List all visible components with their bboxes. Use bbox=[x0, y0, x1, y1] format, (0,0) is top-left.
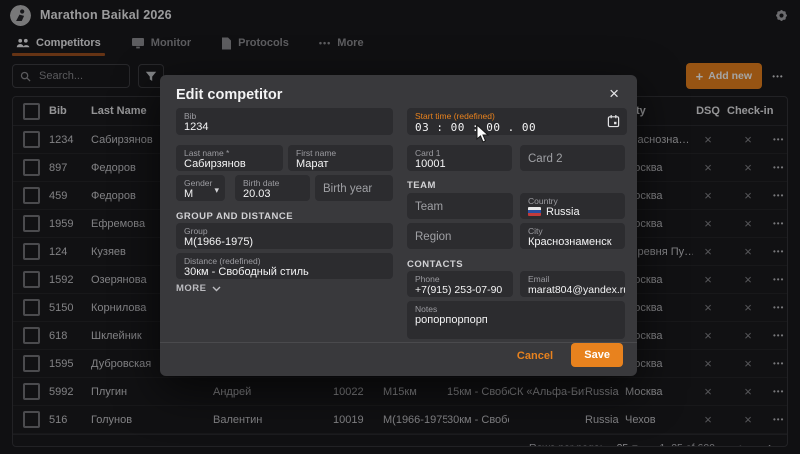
field-label: City bbox=[528, 226, 543, 236]
field-label: Gender bbox=[184, 178, 213, 188]
city-field[interactable]: City Краснознаменск bbox=[520, 223, 625, 249]
country-field[interactable]: Country Russia bbox=[520, 193, 625, 219]
last-name-field[interactable]: Last name * Сабирзянов bbox=[176, 145, 283, 171]
field-value: 10001 bbox=[415, 158, 446, 170]
field-label: Birth date bbox=[243, 178, 280, 188]
section-contacts: CONTACTS bbox=[407, 259, 464, 270]
field-value: M bbox=[184, 188, 194, 200]
region-field[interactable]: Region bbox=[407, 223, 513, 249]
more-toggle[interactable]: MORE bbox=[176, 283, 221, 294]
field-label: Start time (redefined) bbox=[415, 111, 495, 121]
field-label: Bib bbox=[184, 111, 197, 121]
dialog-title: Edit competitor bbox=[176, 87, 283, 103]
field-label: Phone bbox=[415, 274, 440, 284]
field-value: М(1966-1975) bbox=[184, 236, 254, 248]
field-label: First name bbox=[296, 148, 337, 158]
field-label: Notes bbox=[415, 304, 438, 314]
dialog-footer-divider bbox=[160, 342, 637, 343]
field-value: 03 : 00 : 00 . 00 bbox=[415, 121, 537, 134]
field-value: 20.03 bbox=[243, 188, 271, 200]
save-button[interactable]: Save bbox=[571, 343, 623, 367]
bib-field[interactable]: Bib 1234 bbox=[176, 108, 393, 135]
field-label: Email bbox=[528, 274, 550, 284]
russia-flag-icon bbox=[528, 207, 541, 216]
field-label: Last name * bbox=[184, 148, 230, 158]
calendar-icon[interactable] bbox=[607, 114, 620, 133]
card1-field[interactable]: Card 1 10001 bbox=[407, 145, 512, 171]
chevron-down-icon: ▾ bbox=[214, 185, 219, 195]
distance-field[interactable]: Distance (redefined) 30км - Свободный ст… bbox=[176, 253, 393, 279]
notes-field[interactable]: Notes ропорпорпорп bbox=[407, 301, 625, 339]
close-icon[interactable]: × bbox=[605, 83, 623, 104]
field-value: 1234 bbox=[184, 121, 209, 133]
field-label: Country bbox=[528, 196, 558, 206]
gender-select[interactable]: Gender M ▾ bbox=[176, 175, 225, 201]
more-label: MORE bbox=[176, 283, 207, 294]
field-label: Group bbox=[184, 226, 208, 236]
card2-field[interactable]: Card 2 bbox=[520, 145, 625, 171]
field-value: Russia bbox=[546, 206, 580, 218]
field-label: Distance (redefined) bbox=[184, 256, 261, 266]
cancel-button[interactable]: Cancel bbox=[511, 349, 559, 363]
field-value: 30км - Свободный стиль bbox=[184, 266, 309, 278]
app-window: Marathon Baikal 2026 Competitors Monitor bbox=[0, 0, 800, 454]
field-value: +7(915) 253-07-90 bbox=[415, 284, 503, 296]
start-time-field[interactable]: Start time (redefined) 03 : 00 : 00 . 00 bbox=[407, 108, 627, 135]
birth-date-field[interactable]: Birth date 20.03 bbox=[235, 175, 310, 201]
phone-field[interactable]: Phone +7(915) 253-07-90 bbox=[407, 271, 513, 297]
team-field[interactable]: Team bbox=[407, 193, 513, 219]
field-placeholder: Birth year bbox=[323, 182, 373, 195]
section-team: TEAM bbox=[407, 180, 436, 191]
field-value: Краснознаменск bbox=[528, 236, 612, 248]
field-value: marat804@yandex.ru bbox=[528, 284, 625, 296]
field-placeholder: Card 2 bbox=[528, 152, 563, 165]
birth-year-field[interactable]: Birth year bbox=[315, 175, 393, 201]
field-value: Сабирзянов bbox=[184, 158, 246, 170]
email-field[interactable]: Email marat804@yandex.ru bbox=[520, 271, 625, 297]
chevron-down-icon bbox=[212, 286, 220, 291]
field-label: Card 1 bbox=[415, 148, 441, 158]
edit-competitor-dialog: Edit competitor × Bib 1234 Start time (r… bbox=[160, 75, 637, 376]
field-placeholder: Team bbox=[415, 200, 444, 213]
field-placeholder: Region bbox=[415, 230, 452, 243]
field-value: Марат bbox=[296, 158, 329, 170]
section-group-distance: GROUP AND DISTANCE bbox=[176, 211, 294, 222]
first-name-field[interactable]: First name Марат bbox=[288, 145, 393, 171]
group-field[interactable]: Group М(1966-1975) bbox=[176, 223, 393, 249]
field-value: ропорпорпорп bbox=[415, 314, 488, 326]
